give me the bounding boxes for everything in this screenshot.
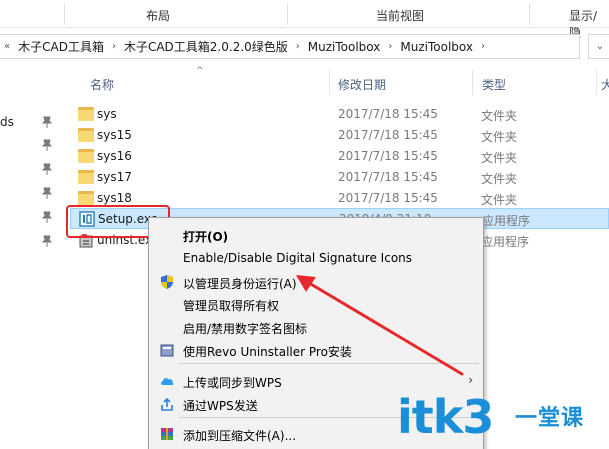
sort-ascending-icon: ^	[196, 66, 204, 76]
menu-item-label: Enable/Disable Digital Signature Icons	[183, 251, 413, 265]
ribbon-separator	[529, 3, 530, 25]
folder-icon	[78, 170, 94, 184]
file-name: sys17	[97, 170, 132, 184]
file-type: 应用程序	[481, 235, 530, 249]
file-name: sys18	[97, 191, 132, 205]
annotation-arrow	[296, 275, 464, 376]
menu-item-label: 启用/禁用数字签名图标	[183, 322, 308, 336]
file-row[interactable]: sys17 2017/7/18 15:45 文件夹	[70, 167, 609, 188]
pin-icon[interactable]	[40, 115, 54, 129]
column-separator[interactable]	[472, 70, 473, 95]
ribbon-separator	[287, 3, 288, 25]
chevron-right-icon[interactable]: ›	[108, 41, 120, 52]
menu-item-label: 添加到压缩文件(A)...	[183, 429, 297, 443]
breadcrumb-item[interactable]: 木子CAD工具箱	[14, 38, 108, 55]
chevron-right-icon[interactable]: ›	[384, 41, 396, 52]
file-date: 2017/7/18 15:45	[338, 149, 438, 163]
nav-item-label[interactable]: ds	[0, 115, 14, 129]
file-date: 2017/7/18 15:45	[338, 128, 438, 142]
file-date: 2017/7/18 15:45	[338, 170, 438, 184]
column-separator[interactable]	[596, 70, 597, 95]
ribbon-separator	[64, 3, 65, 25]
address-dropdown-icon[interactable]: ⌄	[588, 34, 609, 59]
column-separator[interactable]	[329, 70, 330, 95]
share-icon	[161, 397, 173, 411]
folder-icon	[78, 128, 94, 142]
watermark-tagline: 一堂课	[515, 406, 585, 431]
uac-shield-icon	[161, 275, 173, 289]
folder-icon	[78, 149, 94, 163]
address-bar[interactable]: « 木子CAD工具箱 › 木子CAD工具箱2.0.2.0绿色版 › MuziTo…	[0, 34, 580, 59]
menu-item-label: 上传或同步到WPS	[183, 376, 282, 390]
pin-icon[interactable]	[40, 138, 54, 152]
file-type: 文件夹	[481, 151, 518, 165]
file-type: 文件夹	[481, 130, 518, 144]
ribbon-group-bar: 布局 当前视图 显示/隐	[0, 0, 609, 40]
file-name: sys16	[97, 149, 132, 163]
menu-item-toggle-signature-icons-en[interactable]: Enable/Disable Digital Signature Icons	[149, 247, 483, 269]
menu-item-label: 以管理员身份运行(A)	[183, 277, 297, 291]
overflow-chevron-icon[interactable]: «	[0, 41, 14, 52]
pin-icon[interactable]	[40, 162, 54, 176]
file-date: 2017/7/18 15:45	[338, 191, 438, 205]
file-type: 文件夹	[481, 109, 518, 123]
file-row[interactable]: sys16 2017/7/18 15:45 文件夹	[70, 146, 609, 167]
column-header-date[interactable]: 修改日期	[338, 76, 386, 93]
file-date: 2017/7/18 15:45	[338, 107, 438, 121]
file-type: 应用程序	[482, 214, 531, 228]
file-name: sys	[97, 107, 117, 121]
file-type: 文件夹	[481, 193, 518, 207]
cloud-icon	[161, 378, 174, 385]
revo-uninstaller-icon	[160, 344, 174, 357]
ribbon-group-layout: 布局	[146, 9, 171, 23]
file-row[interactable]: sys 2017/7/18 15:45 文件夹	[70, 104, 609, 125]
file-type: 文件夹	[481, 172, 518, 186]
column-header-name[interactable]: 名称	[90, 76, 114, 93]
chevron-right-icon[interactable]: ›	[477, 41, 489, 52]
file-row[interactable]: sys15 2017/7/18 15:45 文件夹	[70, 125, 609, 146]
breadcrumb-item[interactable]: MuziToolbox	[396, 40, 477, 54]
winrar-archive-icon	[161, 428, 173, 440]
pin-icon[interactable]	[40, 210, 54, 224]
chevron-right-icon[interactable]: ›	[292, 41, 304, 52]
breadcrumb-item[interactable]: MuziToolbox	[304, 40, 385, 54]
menu-item-label: 通过WPS发送	[183, 399, 258, 413]
pin-icon[interactable]	[40, 234, 54, 248]
menu-item-label: 打开(O)	[183, 230, 229, 244]
menu-item-open[interactable]: 打开(O)	[149, 224, 483, 246]
folder-icon	[78, 107, 94, 121]
column-header-type[interactable]: 类型	[482, 76, 506, 93]
breadcrumb-item[interactable]: 木子CAD工具箱2.0.2.0绿色版	[120, 38, 292, 55]
folder-icon	[78, 191, 94, 205]
column-header-size[interactable]: 大	[601, 76, 609, 93]
pin-icon[interactable]	[40, 186, 54, 200]
watermark-logo: itk3	[397, 390, 494, 444]
file-name: sys15	[97, 128, 132, 142]
menu-item-label: 管理员取得所有权	[183, 299, 280, 313]
watermark: itk3 一堂课	[397, 392, 609, 449]
ribbon-group-current-view: 当前视图	[376, 9, 425, 23]
